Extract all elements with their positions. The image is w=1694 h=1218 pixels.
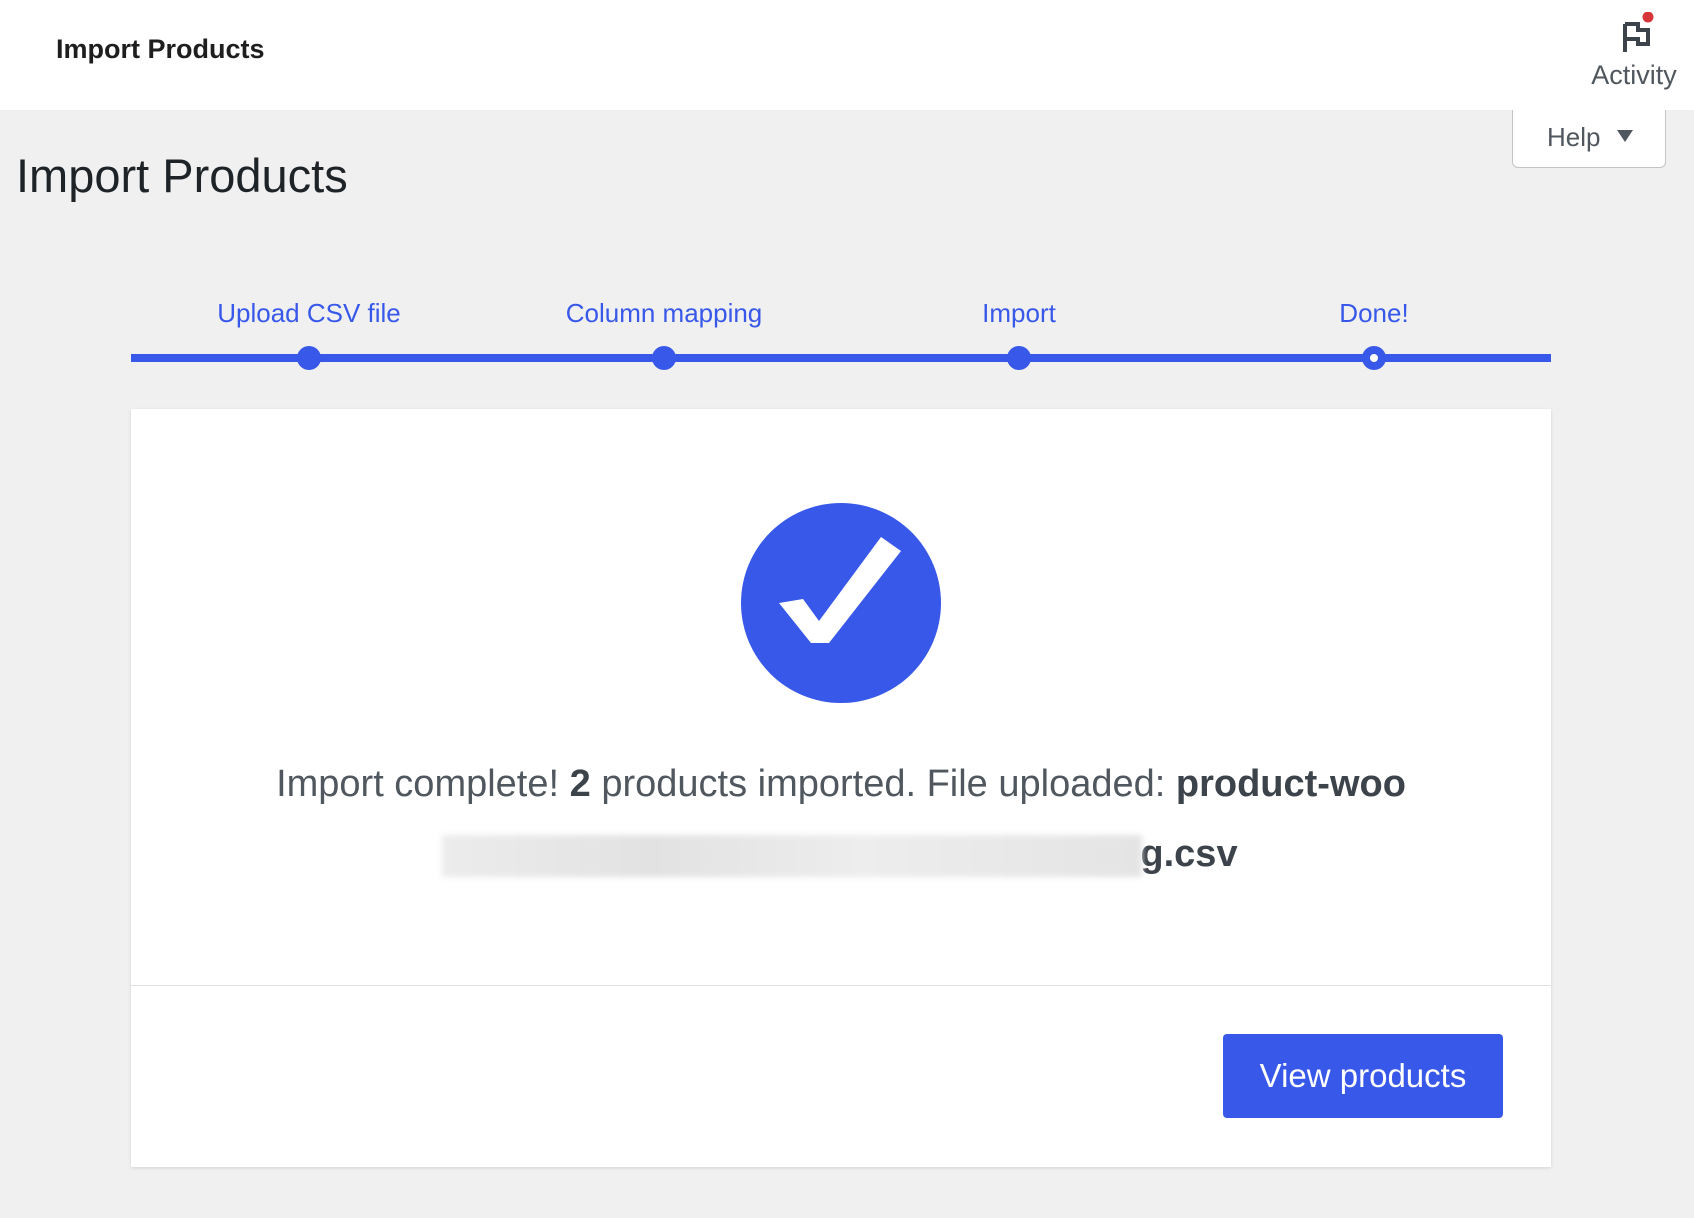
redacted-text bbox=[442, 834, 1143, 877]
step-label: Upload CSV file bbox=[217, 298, 401, 328]
success-check-icon bbox=[741, 503, 941, 703]
step-label: Done! bbox=[1339, 298, 1409, 328]
file-name-end: g.csv bbox=[1140, 833, 1238, 875]
step-upload-csv: Upload CSV file bbox=[159, 296, 459, 370]
notification-dot bbox=[1642, 11, 1654, 23]
view-products-button[interactable]: View products bbox=[1223, 1034, 1503, 1118]
card-divider bbox=[131, 985, 1551, 986]
flag-icon bbox=[1618, 11, 1658, 56]
file-name-start: product-woo bbox=[1175, 763, 1406, 805]
step-label: Column mapping bbox=[565, 298, 763, 328]
help-button[interactable]: Help bbox=[1512, 110, 1666, 168]
top-bar: Import Products Activity bbox=[0, 0, 1694, 110]
step-column-mapping: Column mapping bbox=[514, 296, 814, 370]
caret-down-icon bbox=[1617, 130, 1633, 142]
import-complete-message: Import complete! 2 products imported. Fi… bbox=[251, 749, 1431, 889]
step-dot bbox=[1007, 346, 1031, 370]
import-result-card: Import complete! 2 products imported. Fi… bbox=[131, 409, 1551, 1167]
import-stepper: Upload CSV file Column mapping Import Do… bbox=[131, 296, 1551, 376]
help-label: Help bbox=[1547, 122, 1601, 152]
message-middle: products imported. File uploaded: bbox=[590, 763, 1176, 805]
message-prefix: Import complete! bbox=[276, 763, 570, 805]
step-import: Import bbox=[869, 296, 1169, 370]
imported-count: 2 bbox=[569, 763, 591, 805]
step-dot bbox=[297, 346, 321, 370]
activity-label: Activity bbox=[1591, 60, 1677, 90]
step-done: Done! bbox=[1224, 296, 1524, 370]
activity-button[interactable]: Activity bbox=[1584, 11, 1684, 96]
page-title: Import Products bbox=[16, 149, 348, 202]
step-dot-current bbox=[1362, 346, 1386, 370]
step-label: Import bbox=[982, 298, 1056, 328]
stepper-progress-line bbox=[131, 354, 1551, 362]
header-title: Import Products bbox=[56, 34, 265, 64]
step-dot bbox=[652, 346, 676, 370]
